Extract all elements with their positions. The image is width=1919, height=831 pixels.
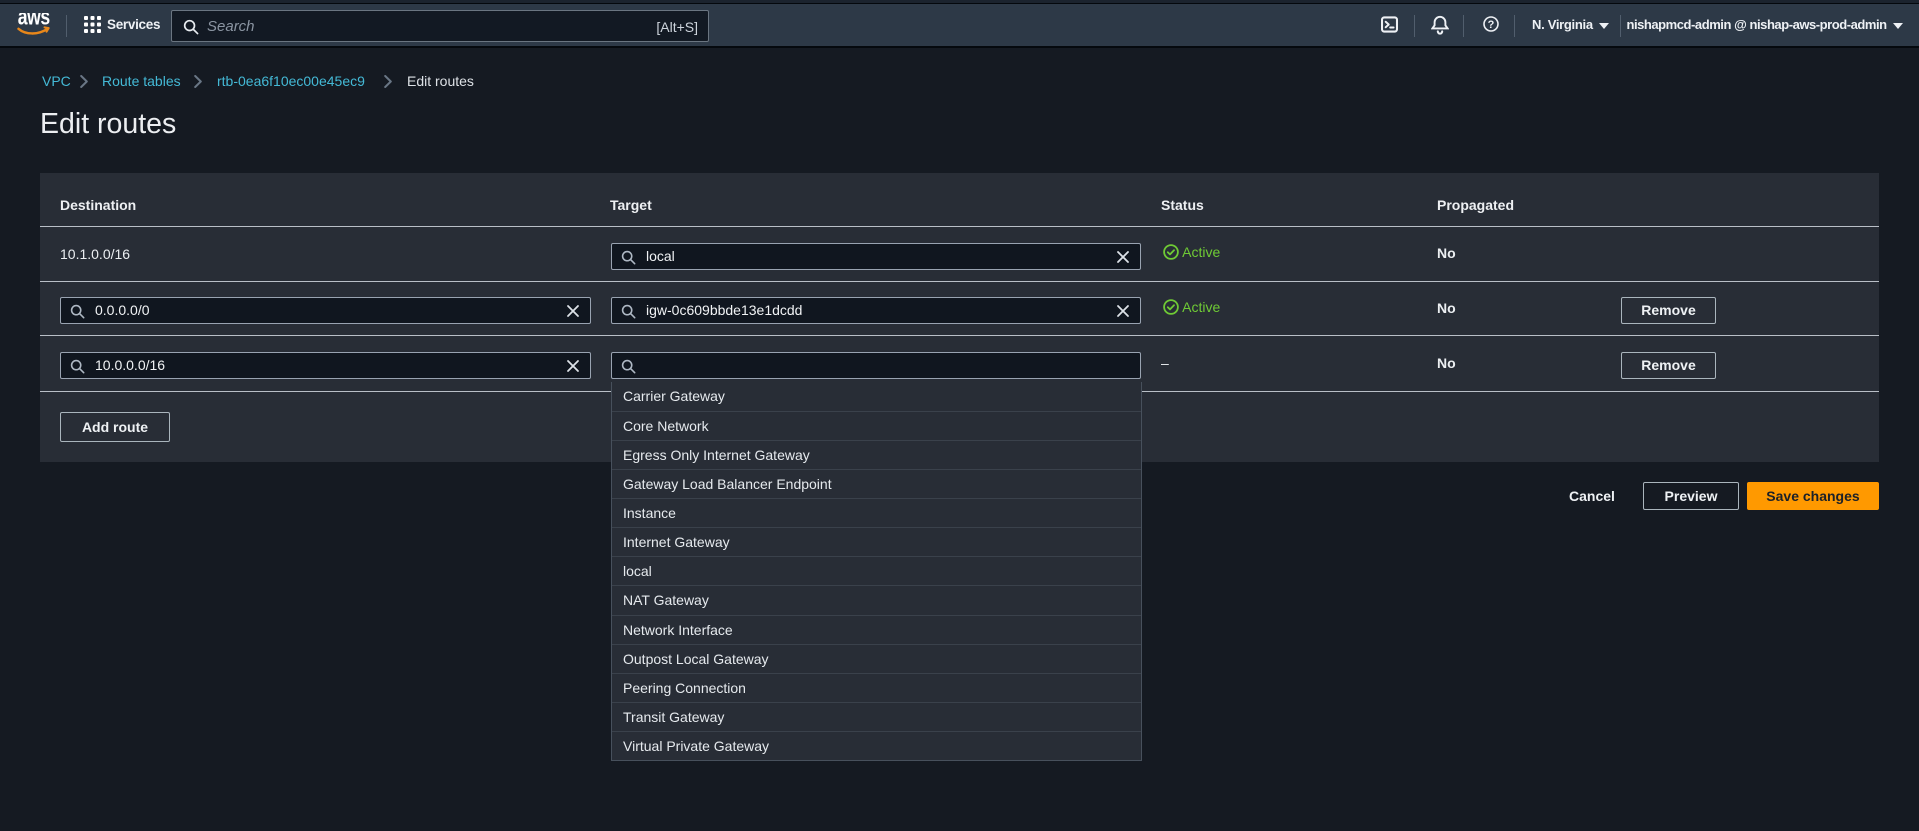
svg-text:?: ? [1488, 19, 1495, 31]
